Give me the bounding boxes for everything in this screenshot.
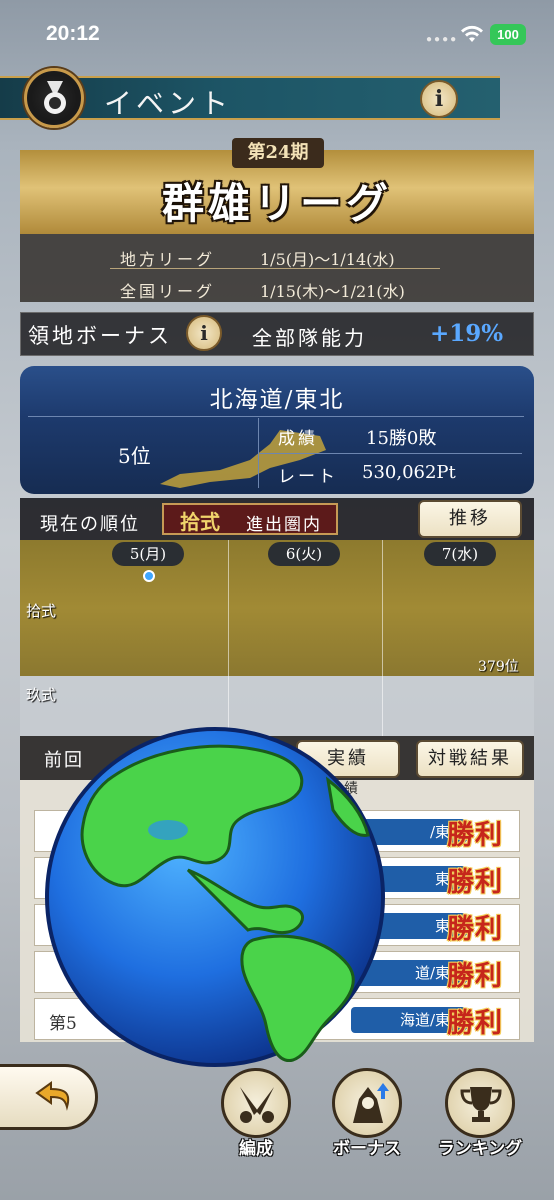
schedule-dates: 1/15(木)〜1/21(水) (260, 282, 405, 301)
back-button[interactable] (0, 1064, 98, 1130)
header-info-button[interactable]: i (420, 80, 458, 118)
battle-results-button[interactable]: 対戦結果 (416, 740, 524, 778)
standing-note: 進出圏内 (246, 515, 322, 535)
divider (28, 416, 524, 417)
schedule-row-local: 地方リーグ 1/5(月)〜1/14(水) (20, 240, 534, 270)
result-outcome: 勝利 (447, 961, 503, 992)
bonus-name: 全部隊能力 (252, 326, 367, 350)
result-outcome: 勝利 (447, 914, 503, 945)
bonus-info-button[interactable]: i (186, 315, 222, 351)
chart-rank-point (143, 570, 155, 582)
nav-ranking[interactable]: ランキング (430, 1068, 530, 1159)
rate-label: レート (278, 467, 338, 487)
chart-day-label: 5(月) (112, 542, 184, 566)
result-outcome: 勝利 (447, 867, 503, 898)
chart-rank-annotation: 379位 (478, 659, 519, 675)
info-icon: i (434, 86, 444, 112)
battery-indicator: 100 (490, 24, 526, 45)
signal-icon: ●●●● (426, 34, 459, 45)
bonus-icon (332, 1068, 402, 1138)
result-outcome: 勝利 (447, 820, 503, 851)
medal-icon (24, 68, 84, 128)
chart-day-label: 6(火) (268, 542, 340, 566)
chart-day-label: 7(水) (424, 542, 496, 566)
schedule-label: 全国リーグ (120, 282, 216, 301)
chart-tier-label: 玖式 (26, 686, 57, 704)
schedule-dates: 1/5(月)〜1/14(水) (260, 250, 395, 269)
result-outcome: 勝利 (447, 1008, 503, 1039)
schedule-row-national: 全国リーグ 1/15(木)〜1/21(水) (20, 272, 534, 302)
info-icon: i (200, 321, 208, 345)
chart-gridline (382, 540, 383, 736)
standing-label: 現在の順位 (40, 514, 140, 535)
page-title: イベント (104, 87, 233, 120)
formation-icon (221, 1068, 291, 1138)
chart-gridline (228, 540, 229, 736)
status-time: 20:12 (46, 22, 100, 45)
record-value: 15勝0敗 (366, 428, 437, 449)
league-title: 群雄リーグ (161, 179, 392, 228)
record-label: 成績 (278, 429, 318, 449)
nav-formation[interactable]: 編成 (216, 1068, 296, 1159)
back-arrow-icon (35, 1081, 70, 1111)
status-bar: 20:12 ●●●● 100 (0, 0, 554, 66)
standing-tier: 拾式 (180, 510, 220, 534)
schedule-divider (110, 268, 440, 269)
bonus-value: +19% (430, 320, 504, 347)
region-name: 北海道/東北 (209, 387, 345, 413)
wifi-icon (461, 25, 483, 42)
season-tag: 第24期 (232, 138, 324, 168)
divider (258, 418, 259, 488)
rate-value: 530,062Pt (362, 462, 456, 483)
region-rank: 5位 (118, 444, 151, 468)
globe-loading-icon (45, 727, 385, 1067)
history-button[interactable]: 推移 (418, 500, 522, 538)
chart-tier-label: 拾式 (26, 602, 57, 620)
divider (260, 453, 522, 454)
bonus-label: 領地ボーナス (28, 324, 172, 348)
schedule-label: 地方リーグ (120, 250, 216, 269)
trophy-icon (445, 1068, 515, 1138)
nav-bonus[interactable]: ボーナス (322, 1068, 412, 1159)
